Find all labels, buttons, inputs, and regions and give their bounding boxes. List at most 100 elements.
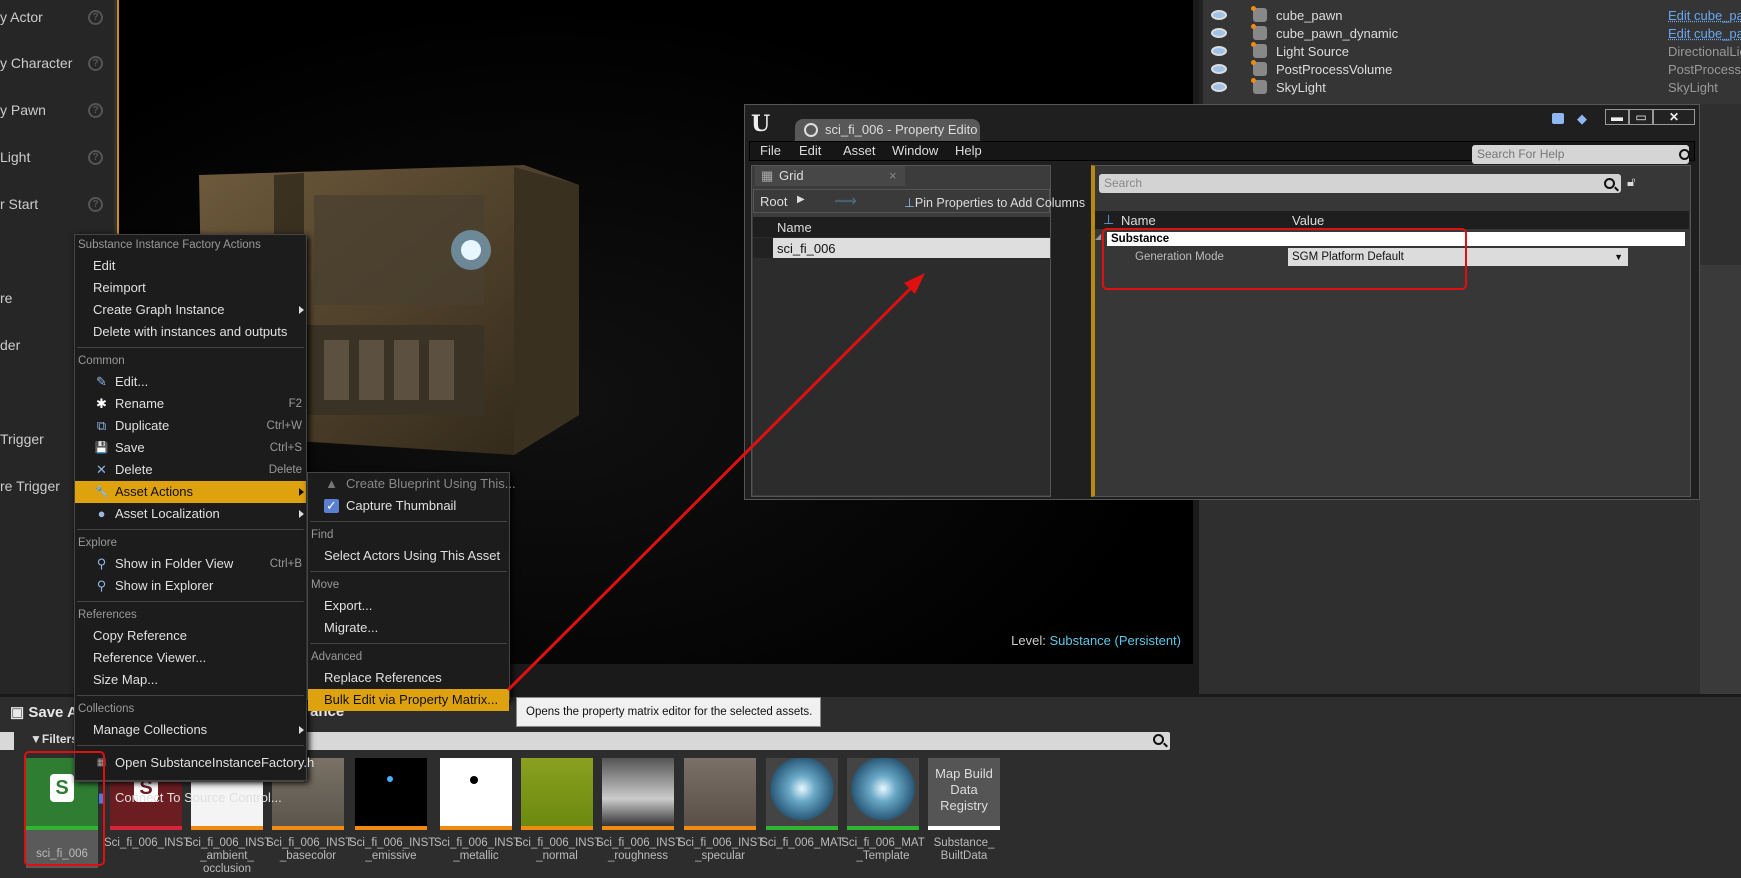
- outliner-row[interactable]: cube_pawn_dynamic Edit cube_paw: [1203, 24, 1741, 43]
- window-tab[interactable]: sci_fi_006 - Property Edito ×: [795, 119, 980, 159]
- folder-search[interactable]: [0, 732, 14, 750]
- menu-item-asset-localization[interactable]: ● Asset Localization: [75, 503, 306, 525]
- grid-tab[interactable]: ▦ Grid ×: [755, 166, 905, 186]
- menu-item-reimport[interactable]: Reimport: [75, 277, 306, 299]
- visibility-eye-icon[interactable]: [1211, 28, 1227, 38]
- visibility-eye-icon[interactable]: [1211, 10, 1227, 20]
- menu-item-rename[interactable]: ✱ Rename F2: [75, 393, 306, 415]
- asset-tile[interactable]: Sci_fi_006_INST _specular: [678, 758, 764, 863]
- menu-item-asset-actions[interactable]: 🔧 Asset Actions: [75, 481, 306, 503]
- place-item[interactable]: r Start: [0, 196, 38, 212]
- asset-tile[interactable]: Sci_fi_006_INST _normal: [515, 758, 601, 863]
- menu-item-source-control[interactable]: ▮ Connect To Source Control...: [75, 785, 306, 811]
- outliner-row[interactable]: PostProcessVolume PostProcessVo: [1203, 60, 1741, 79]
- menu-item-delete[interactable]: ✕ Delete Delete: [75, 459, 306, 481]
- maximize-button[interactable]: ▭: [1629, 109, 1653, 125]
- help-icon[interactable]: ?: [88, 56, 103, 71]
- visibility-eye-icon[interactable]: [1211, 82, 1227, 92]
- menu-item-edit-asset[interactable]: ✎ Edit...: [75, 371, 306, 393]
- close-window-button[interactable]: ✕: [1653, 109, 1695, 125]
- menu-item-edit[interactable]: Edit: [75, 255, 306, 277]
- details-search-input[interactable]: Search: [1099, 174, 1621, 193]
- actor-name: cube_pawn: [1276, 8, 1343, 23]
- menu-item-show-in-folder[interactable]: ⚲ Show in Folder View Ctrl+B: [75, 553, 306, 575]
- menu-item-duplicate[interactable]: ⧉ Duplicate Ctrl+W: [75, 415, 306, 437]
- menu-asset[interactable]: Asset: [843, 143, 876, 158]
- menu-item-reference-viewer[interactable]: Reference Viewer...: [75, 647, 306, 669]
- menu-item-capture-thumbnail[interactable]: ✓ Capture Thumbnail: [308, 495, 509, 517]
- outliner-row[interactable]: SkyLight SkyLight: [1203, 78, 1741, 97]
- help-icon[interactable]: ?: [88, 150, 103, 165]
- menu-item-select-actors[interactable]: Select Actors Using This Asset: [308, 545, 509, 567]
- menu-item-bulk-edit-property-matrix[interactable]: Bulk Edit via Property Matrix...: [308, 689, 509, 711]
- blueprint-icon: ▲: [325, 476, 338, 491]
- menu-item-migrate[interactable]: Migrate...: [308, 617, 509, 639]
- menu-item-create-blueprint[interactable]: ▲ Create Blueprint Using This...: [308, 473, 516, 495]
- place-item[interactable]: re: [0, 290, 12, 306]
- asset-tile[interactable]: Sci_fi_006_INST _roughness: [596, 758, 682, 863]
- asset-tile[interactable]: Sci_fi_006_MAT: [760, 758, 844, 850]
- menu-item-create-graph-instance[interactable]: Create Graph Instance: [75, 299, 306, 321]
- row-selector[interactable]: [753, 238, 773, 258]
- column-name[interactable]: Name: [777, 220, 812, 235]
- place-item[interactable]: re Trigger: [0, 478, 60, 494]
- place-item[interactable]: y Actor: [0, 9, 43, 25]
- menu-help[interactable]: Help: [955, 143, 982, 158]
- outliner-row[interactable]: Light Source DirectionalLigh: [1203, 42, 1741, 61]
- menu-edit[interactable]: Edit: [799, 143, 821, 158]
- asset-tile[interactable]: Map Build Data Registry Substance_ BuiltDa…: [928, 758, 1000, 863]
- menu-item-delete-with-instances[interactable]: Delete with instances and outputs: [75, 321, 306, 343]
- asset-search-input[interactable]: [300, 732, 1170, 750]
- help-icon[interactable]: ?: [88, 103, 103, 118]
- level-indicator: Level: Substance (Persistent): [1011, 633, 1181, 648]
- menu-item-copy-reference[interactable]: Copy Reference: [75, 625, 306, 647]
- arrow-squiggle-icon: ⟿: [834, 193, 857, 210]
- light-icon: [1251, 42, 1267, 58]
- tab-title: sci_fi_006 - Property Edito: [825, 122, 978, 137]
- filters-button[interactable]: ▼Filters: [30, 732, 78, 746]
- menu-section-header: Substance Instance Factory Actions: [78, 239, 261, 251]
- outliner-row[interactable]: cube_pawn Edit cube_paw: [1203, 6, 1741, 25]
- place-item[interactable]: y Pawn: [0, 102, 46, 118]
- place-item[interactable]: der: [0, 337, 20, 353]
- tutorial-icon[interactable]: ◆: [1577, 111, 1587, 127]
- place-item[interactable]: Trigger: [0, 431, 44, 447]
- menu-file[interactable]: File: [760, 143, 781, 158]
- save-all-button[interactable]: ▣ Save A: [10, 703, 78, 721]
- minimize-button[interactable]: ▬: [1605, 109, 1629, 125]
- asset-tile[interactable]: Sci_fi_006_INST _emissive: [349, 758, 435, 863]
- help-search-input[interactable]: Search For Help: [1472, 145, 1689, 164]
- asset-label: Sci_fi_006_MAT: [760, 837, 844, 849]
- menu-separator: [310, 643, 507, 644]
- place-item[interactable]: y Character: [0, 55, 72, 71]
- grid-row[interactable]: sci_fi_006: [753, 238, 1050, 258]
- collapse-triangle-icon[interactable]: ◢: [1095, 232, 1101, 241]
- menu-item-manage-collections[interactable]: Manage Collections: [75, 719, 306, 741]
- close-tab-icon[interactable]: ×: [889, 166, 897, 186]
- lock-icon[interactable]: 🔓︎: [1627, 174, 1635, 190]
- asset-tile[interactable]: Sci_fi_006_MAT _Template: [841, 758, 925, 863]
- actor-type-link[interactable]: Edit cube_paw: [1668, 8, 1741, 23]
- root-breadcrumb[interactable]: Root: [760, 194, 787, 209]
- menu-item-replace-references[interactable]: Replace References: [308, 667, 509, 689]
- help-icon[interactable]: ?: [88, 197, 103, 212]
- menu-item-open-source[interactable]: ▦ Open SubstanceInstanceFactory.h: [75, 749, 314, 777]
- menu-item-label: Asset Localization: [115, 506, 220, 521]
- visibility-eye-icon[interactable]: [1211, 64, 1227, 74]
- actor-type-link[interactable]: Edit cube_paw: [1668, 26, 1741, 41]
- pin-icon[interactable]: ⊥: [1103, 212, 1114, 228]
- menu-item-label: Save: [115, 440, 145, 455]
- help-icon[interactable]: ?: [88, 10, 103, 25]
- menu-item-save[interactable]: 💾 Save Ctrl+S: [75, 437, 306, 459]
- place-item[interactable]: Light: [0, 149, 30, 165]
- asset-tile[interactable]: Sci_fi_006_INST _metallic: [434, 758, 520, 863]
- menu-item-show-in-explorer[interactable]: ⚲ Show in Explorer: [75, 575, 306, 597]
- menu-item-export[interactable]: Export...: [308, 595, 509, 617]
- menu-item-size-map[interactable]: Size Map...: [75, 669, 306, 691]
- grid-cell[interactable]: sci_fi_006: [777, 241, 836, 256]
- feedback-icon[interactable]: [1552, 113, 1564, 124]
- visibility-eye-icon[interactable]: [1211, 46, 1227, 56]
- menu-item-label: Asset Actions: [115, 484, 194, 499]
- menu-window[interactable]: Window: [892, 143, 938, 158]
- menu-section-header: Move: [311, 579, 340, 591]
